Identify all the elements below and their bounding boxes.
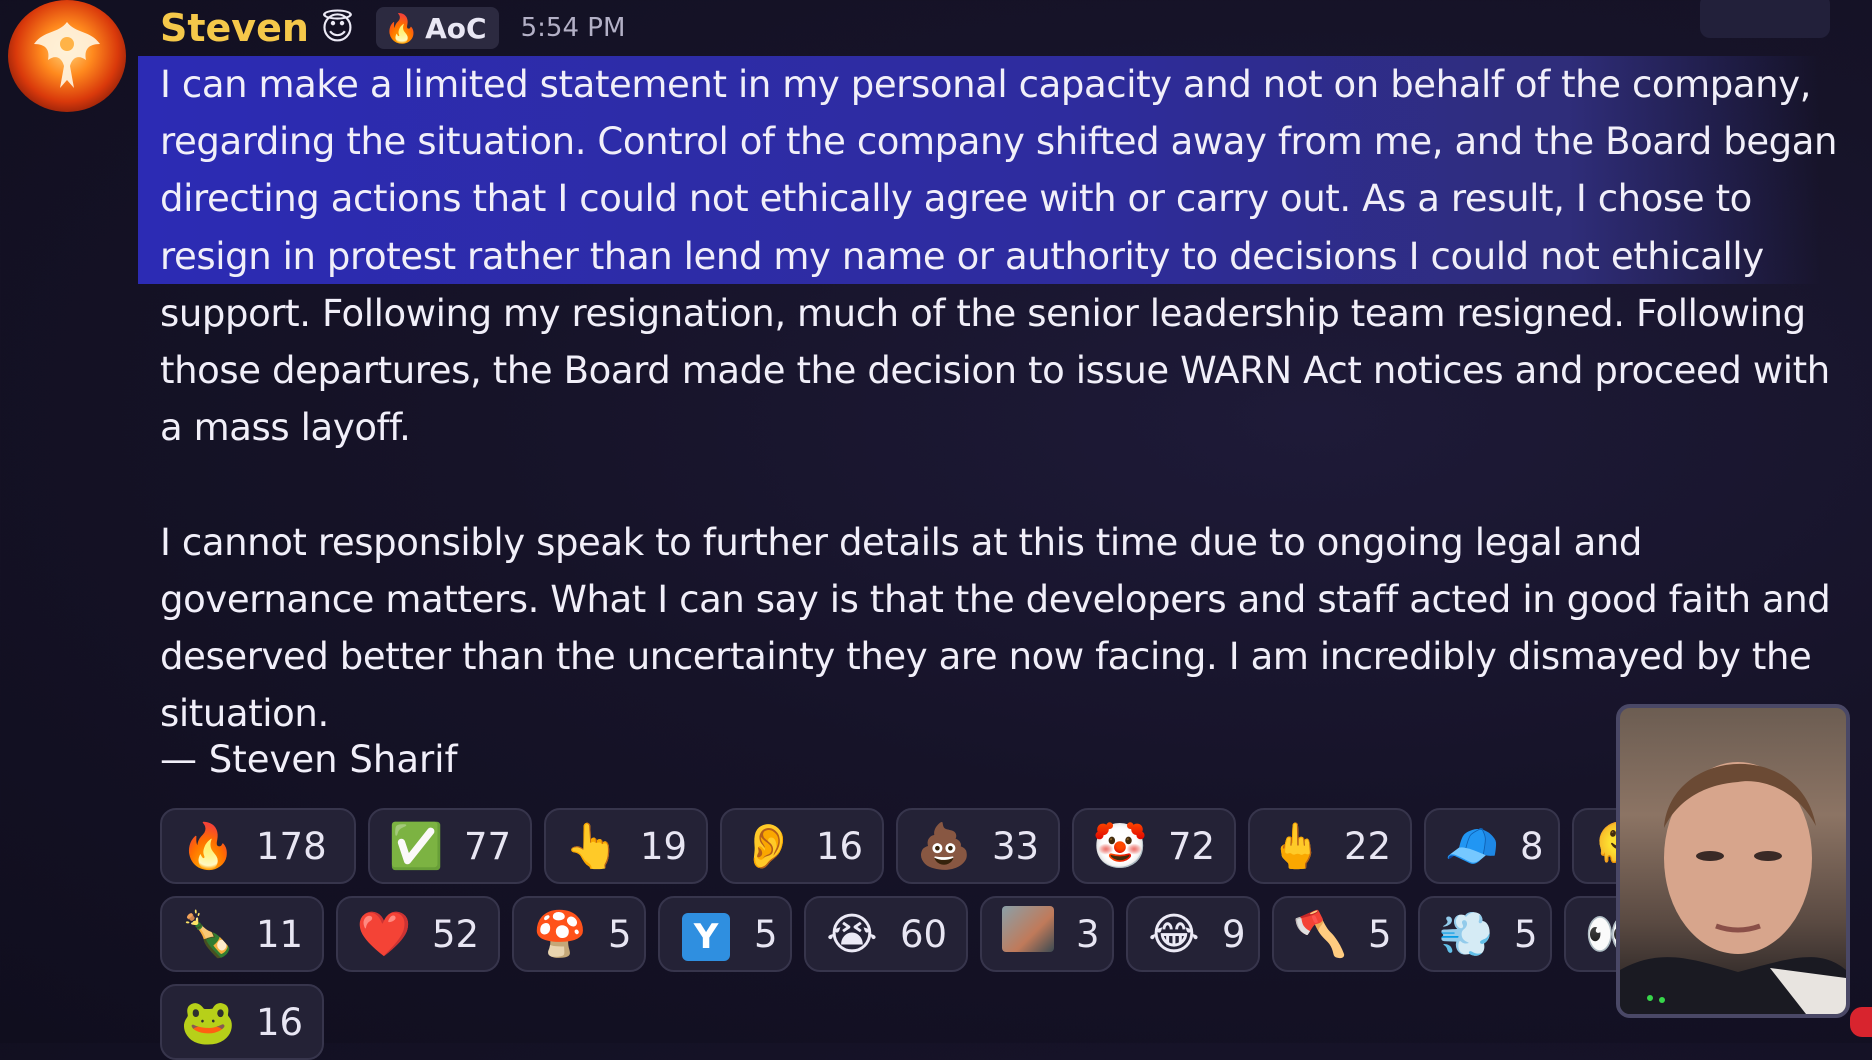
reaction-middle-finger[interactable]: 🖕 22 (1248, 808, 1412, 884)
poop-icon: 💩 (916, 821, 972, 872)
reaction-red-cap-character[interactable]: 🍄 5 (512, 896, 646, 972)
reaction-count: 9 (1222, 912, 1246, 956)
streamer-face-image (1620, 762, 1846, 1014)
clown-icon: 🤡 (1092, 821, 1148, 872)
webcam-overlay (1616, 704, 1850, 1018)
axe-icon: 🪓 (1292, 909, 1348, 960)
server-tag[interactable]: 🔥 AoC (376, 7, 499, 49)
y-combinator-icon: Y (676, 908, 736, 961)
red-heart-icon: ❤️ (356, 909, 412, 960)
reaction-dashing-hand[interactable]: 💨 5 (1418, 896, 1552, 972)
tears-of-joy-icon: 😂 (1148, 908, 1200, 960)
phoenix-icon (34, 22, 100, 88)
reaction-crying-face[interactable]: 😭 60 (804, 896, 968, 972)
reaction-bottle[interactable]: 🍾 11 (160, 896, 324, 972)
reaction-clown[interactable]: 🤡 72 (1072, 808, 1236, 884)
reaction-tears-of-joy[interactable]: 😂 9 (1126, 896, 1260, 972)
dashing-hand-icon: 💨 (1438, 909, 1494, 960)
check-mark-icon: ✅ (388, 821, 444, 872)
ear-icon: 👂 (740, 821, 796, 872)
fire-icon: 🔥 (384, 11, 420, 45)
reaction-meme-image[interactable]: 3 (980, 896, 1114, 972)
middle-finger-icon: 🖕 (1268, 821, 1324, 872)
reaction-count: 52 (432, 912, 480, 956)
reaction-pointing-up[interactable]: 👆 19 (544, 808, 708, 884)
avatar[interactable] (8, 0, 126, 112)
reaction-count: 11 (256, 912, 304, 956)
reaction-poop[interactable]: 💩 33 (896, 808, 1060, 884)
server-tag-label: AoC (425, 11, 487, 45)
reaction-ear[interactable]: 👂 16 (720, 808, 884, 884)
scam-frog-icon: 🐸 (180, 997, 236, 1048)
reaction-scam-frog[interactable]: 🐸 16 (160, 984, 324, 1060)
reaction-count: 16 (816, 824, 864, 868)
username[interactable]: Steven (160, 6, 309, 50)
fire-icon: 🔥 (180, 821, 236, 872)
timestamp[interactable]: 5:54 PM (521, 13, 626, 43)
reaction-check-mark[interactable]: ✅ 77 (368, 808, 532, 884)
message-paragraph: I can make a limited statement in my per… (160, 63, 1838, 450)
reaction-count: 5 (1514, 912, 1538, 956)
message-toolbar-button[interactable] (1700, 0, 1830, 38)
message-content[interactable]: I can make a limited statement in my per… (160, 56, 1840, 742)
live-indicator (1850, 1007, 1872, 1037)
bottle-icon: 🍾 (180, 909, 236, 960)
smiling-face-with-halo-icon: 😇 (320, 9, 355, 47)
pointing-up-icon: 👆 (564, 821, 620, 872)
reaction-count: 60 (900, 912, 948, 956)
reaction-fire[interactable]: 🔥 178 (160, 808, 356, 884)
reaction-count: 178 (256, 824, 327, 868)
reaction-count: 8 (1520, 824, 1544, 868)
reaction-count: 5 (608, 912, 632, 956)
reaction-blue-cap[interactable]: 🧢 8 (1424, 808, 1560, 884)
reaction-axe[interactable]: 🪓 5 (1272, 896, 1406, 972)
message-signature: — Steven Sharif (160, 738, 458, 781)
blue-cap-icon: 🧢 (1444, 821, 1500, 872)
red-cap-character-icon: 🍄 (532, 909, 588, 960)
reaction-red-heart[interactable]: ❤️ 52 (336, 896, 500, 972)
reaction-count: 5 (1368, 912, 1392, 956)
message-paragraph: I cannot responsibly speak to further de… (160, 520, 1831, 736)
meme-image-icon (998, 905, 1058, 963)
message-header: Steven 😇 🔥 AoC 5:54 PM (160, 2, 625, 54)
reaction-count: 16 (256, 1000, 304, 1044)
reaction-count: 22 (1344, 824, 1392, 868)
reaction-count: 33 (992, 824, 1040, 868)
reaction-count: 5 (754, 912, 778, 956)
crying-face-icon: 😭 (826, 908, 878, 960)
reaction-y-combinator[interactable]: Y 5 (658, 896, 792, 972)
reaction-count: 72 (1168, 824, 1216, 868)
reaction-count: 3 (1076, 912, 1100, 956)
reaction-count: 19 (640, 824, 688, 868)
reaction-count: 77 (464, 824, 512, 868)
